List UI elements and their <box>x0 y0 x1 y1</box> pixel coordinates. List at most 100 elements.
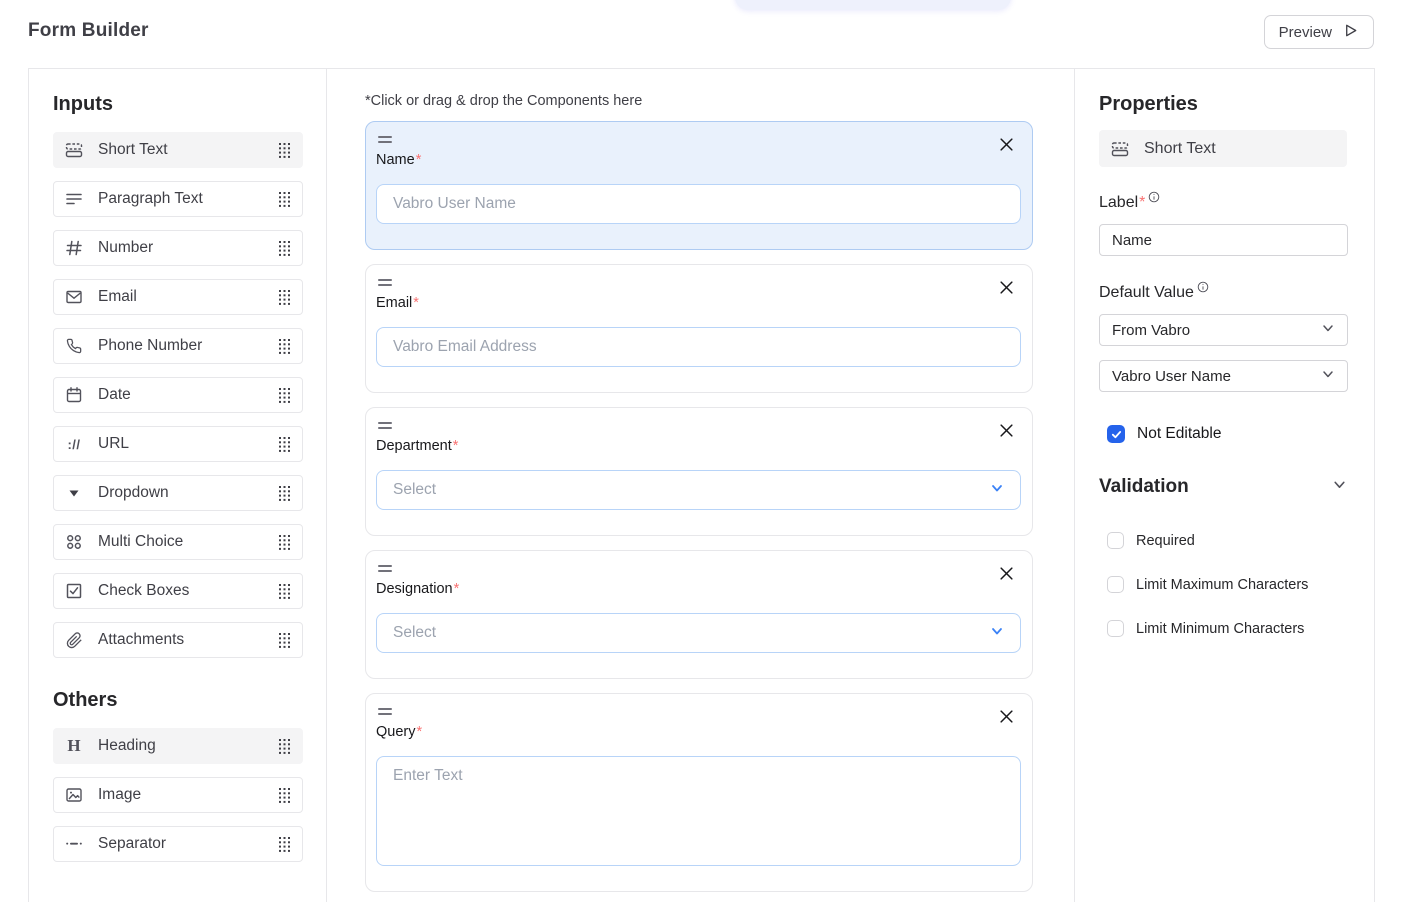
limit-max-characters-checkbox[interactable]: Limit Maximum Characters <box>1099 576 1347 593</box>
field-label: Department* <box>376 438 1016 454</box>
required-asterisk: * <box>413 295 419 311</box>
drag-grip-icon[interactable] <box>278 534 291 550</box>
sidebar-item-image[interactable]: Image <box>53 777 303 813</box>
drag-grip-icon[interactable] <box>278 191 291 207</box>
query-textarea[interactable] <box>376 756 1021 866</box>
selected-component-label: Short Text <box>1144 140 1216 158</box>
sidebar-item-date[interactable]: Date <box>53 377 303 413</box>
sidebar-item-phone-number[interactable]: Phone Number <box>53 328 303 364</box>
image-icon <box>65 786 83 804</box>
sidebar-item-label: Short Text <box>98 141 168 159</box>
drag-handle-icon[interactable] <box>378 277 392 287</box>
required-asterisk: * <box>417 724 423 740</box>
chevron-down-icon <box>1332 476 1347 498</box>
label-input[interactable] <box>1099 224 1348 256</box>
info-icon <box>1197 280 1209 298</box>
paragraph-text-icon <box>65 190 83 208</box>
sidebar-item-label: Check Boxes <box>98 582 189 600</box>
drag-grip-icon[interactable] <box>278 632 291 648</box>
department-select[interactable]: Select <box>376 470 1021 510</box>
drag-grip-icon[interactable] <box>278 836 291 852</box>
sidebar-item-label: Image <box>98 786 141 804</box>
sidebar-item-paragraph-text[interactable]: Paragraph Text <box>53 181 303 217</box>
required-checkbox[interactable]: Required <box>1099 532 1347 549</box>
validation-title: Validation <box>1099 476 1189 498</box>
drag-handle-icon[interactable] <box>378 563 392 573</box>
drag-grip-icon[interactable] <box>278 338 291 354</box>
drag-handle-icon[interactable] <box>378 706 392 716</box>
drag-grip-icon[interactable] <box>278 738 291 754</box>
sidebar-item-label: Heading <box>98 737 156 755</box>
url-icon: :// <box>65 435 83 453</box>
close-icon[interactable] <box>996 563 1016 583</box>
form-card-query[interactable]: Query* <box>365 693 1033 892</box>
drag-grip-icon[interactable] <box>278 787 291 803</box>
chevron-down-icon <box>1321 367 1335 385</box>
sidebar-item-email[interactable]: Email <box>53 279 303 315</box>
play-icon <box>1342 22 1359 43</box>
email-icon <box>65 288 83 306</box>
name-input[interactable] <box>376 184 1021 224</box>
drag-grip-icon[interactable] <box>278 240 291 256</box>
sidebar-item-label: Attachments <box>98 631 184 649</box>
sidebar-item-label: URL <box>98 435 129 453</box>
not-editable-label: Not Editable <box>1137 425 1221 443</box>
close-icon[interactable] <box>996 134 1016 154</box>
sidebar-item-attachments[interactable]: Attachments <box>53 622 303 658</box>
paperclip-icon <box>65 631 83 649</box>
sidebar-item-check-boxes[interactable]: Check Boxes <box>53 573 303 609</box>
validation-section-toggle[interactable]: Validation <box>1099 476 1347 498</box>
drag-grip-icon[interactable] <box>278 485 291 501</box>
checkbox-unchecked-icon[interactable] <box>1107 620 1124 637</box>
sidebar-item-heading[interactable]: H Heading <box>53 728 303 764</box>
form-card-designation[interactable]: Designation* Select <box>365 550 1033 679</box>
limit-min-characters-checkbox[interactable]: Limit Minimum Characters <box>1099 620 1347 637</box>
toast-notification <box>735 0 1011 10</box>
close-icon[interactable] <box>996 420 1016 440</box>
sidebar-item-dropdown[interactable]: Dropdown <box>53 475 303 511</box>
form-card-name[interactable]: Name* <box>365 121 1033 250</box>
form-card-email[interactable]: Email* <box>365 264 1033 393</box>
not-editable-checkbox[interactable]: Not Editable <box>1099 425 1347 443</box>
sidebar-item-label: Number <box>98 239 153 257</box>
default-value-source-select[interactable]: From Vabro <box>1099 314 1348 346</box>
drag-grip-icon[interactable] <box>278 387 291 403</box>
drag-grip-icon[interactable] <box>278 583 291 599</box>
preview-button[interactable]: Preview <box>1264 15 1374 49</box>
chevron-down-icon <box>990 624 1004 643</box>
sidebar-item-separator[interactable]: Separator <box>53 826 303 862</box>
drag-grip-icon[interactable] <box>278 142 291 158</box>
chevron-down-icon <box>990 481 1004 500</box>
sidebar-item-label: Multi Choice <box>98 533 183 551</box>
email-input[interactable] <box>376 327 1021 367</box>
designation-select[interactable]: Select <box>376 613 1021 653</box>
validation-options: Required Limit Maximum Characters Limit … <box>1099 532 1347 637</box>
chevron-down-icon <box>1321 321 1335 339</box>
checkbox-checked-icon[interactable] <box>1107 425 1125 443</box>
drag-handle-icon[interactable] <box>378 134 392 144</box>
canvas-hint: *Click or drag & drop the Components her… <box>365 93 1036 109</box>
sidebar-item-multi-choice[interactable]: Multi Choice <box>53 524 303 560</box>
selected-component-chip: Short Text <box>1099 130 1347 167</box>
form-builder-workspace: Inputs Short Text Paragraph Text Number <box>28 68 1375 902</box>
close-icon[interactable] <box>996 277 1016 297</box>
close-icon[interactable] <box>996 706 1016 726</box>
label-field-label: Label* <box>1099 194 1347 212</box>
short-text-icon <box>1111 140 1129 158</box>
form-card-department[interactable]: Department* Select <box>365 407 1033 536</box>
preview-button-label: Preview <box>1279 24 1332 41</box>
multi-choice-icon <box>65 533 83 551</box>
checkbox-unchecked-icon[interactable] <box>1107 532 1124 549</box>
sidebar-item-number[interactable]: Number <box>53 230 303 266</box>
drag-handle-icon[interactable] <box>378 420 392 430</box>
sidebar-item-short-text[interactable]: Short Text <box>53 132 303 168</box>
heading-icon: H <box>65 737 83 755</box>
sidebar-item-url[interactable]: :// URL <box>53 426 303 462</box>
components-sidebar: Inputs Short Text Paragraph Text Number <box>29 69 327 902</box>
drag-grip-icon[interactable] <box>278 289 291 305</box>
field-label: Query* <box>376 724 1016 740</box>
default-value-field-select[interactable]: Vabro User Name <box>1099 360 1348 392</box>
checkbox-unchecked-icon[interactable] <box>1107 576 1124 593</box>
field-label: Name* <box>376 152 1016 168</box>
drag-grip-icon[interactable] <box>278 436 291 452</box>
